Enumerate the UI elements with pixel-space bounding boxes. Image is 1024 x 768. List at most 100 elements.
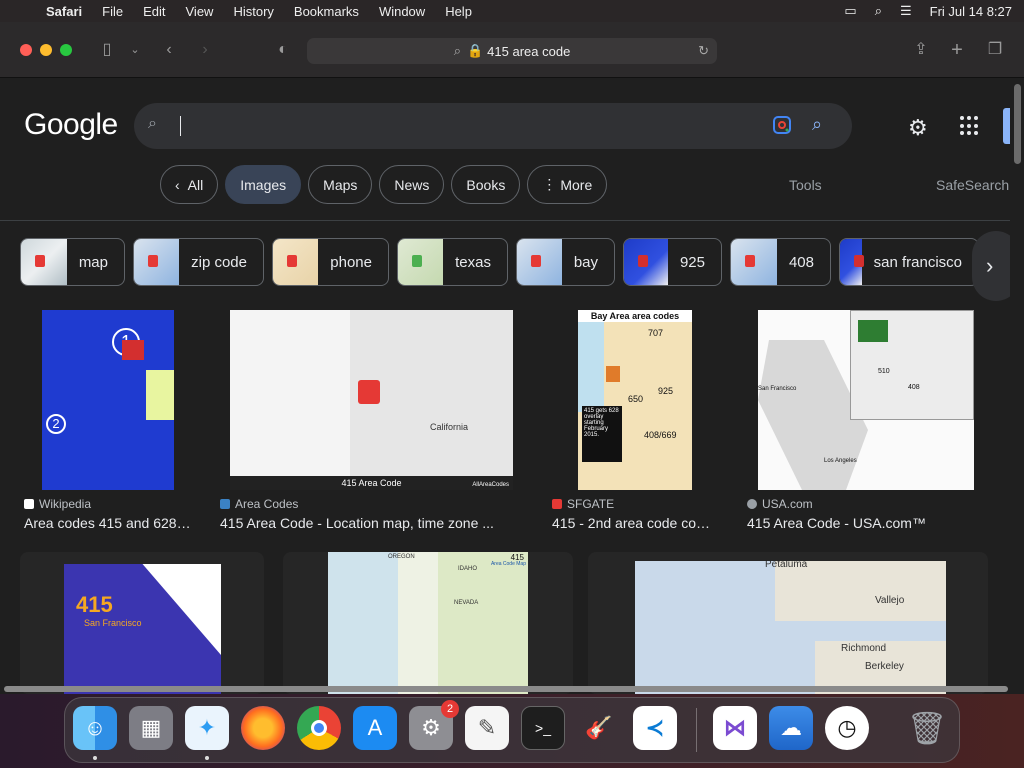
tab-images[interactable]: Images	[225, 165, 302, 204]
chip-texas[interactable]: texas	[397, 238, 508, 286]
minimize-window-button[interactable]	[40, 44, 52, 56]
tools-button[interactable]: Tools	[789, 177, 822, 193]
google-logo[interactable]: Google	[24, 108, 118, 142]
finder-icon[interactable]: ☺	[73, 706, 117, 750]
code-408-669: 408/669	[644, 430, 677, 440]
menu-view[interactable]: View	[186, 4, 214, 19]
clock-icon[interactable]: ◷	[825, 706, 869, 750]
place-nevada: NEVADA	[454, 600, 479, 606]
menu-window[interactable]: Window	[379, 4, 425, 19]
result-source[interactable]: Area Codes	[220, 497, 298, 511]
back-arrow-icon[interactable]: ‹	[160, 38, 178, 62]
image-result-5[interactable]: 415 San Francisco	[20, 552, 264, 694]
reload-icon[interactable]: ↻	[698, 43, 709, 59]
chip-phone[interactable]: phone	[272, 238, 389, 286]
result-image[interactable]: OREGON IDAHO NEVADA 415 Area Code Map	[328, 552, 528, 694]
window-controls	[20, 44, 72, 56]
result-image[interactable]: 1 2	[42, 310, 174, 490]
tab-all[interactable]: ‹ All	[160, 165, 219, 204]
garageband-icon[interactable]: 🎸	[577, 706, 621, 750]
chrome-icon[interactable]	[297, 706, 341, 750]
image-result-4[interactable]: 510 408 San Francisco Los Angeles USA.co…	[745, 310, 989, 534]
system-settings-icon[interactable]: ⚙ 2	[409, 700, 459, 750]
horizontal-scrollbar-thumb[interactable]	[4, 686, 1008, 692]
chip-408[interactable]: 408	[730, 238, 831, 286]
place-los-angeles: Los Angeles	[824, 458, 857, 464]
result-image[interactable]: Bay Area area codes 707 925 650 408/669 …	[578, 310, 692, 490]
chevron-down-icon[interactable]: ⌄	[128, 38, 142, 62]
visual-studio-icon[interactable]: ⋈	[713, 706, 757, 750]
sidebar-toggle-icon[interactable]: ▯	[96, 38, 118, 62]
menu-help[interactable]: Help	[445, 4, 472, 19]
map-brand: Area Code Map	[490, 561, 526, 567]
trash-icon[interactable]: 🗑	[905, 706, 949, 750]
search-input[interactable]	[182, 111, 762, 141]
result-source[interactable]: USA.com	[747, 497, 813, 511]
control-center-icon[interactable]: ☰	[900, 3, 912, 19]
sign-in-button[interactable]	[1003, 108, 1010, 144]
result-title[interactable]: 415 Area Code - Location map, time zone …	[220, 515, 494, 531]
menu-clock[interactable]: Fri Jul 14 8:27	[930, 4, 1012, 19]
firefox-icon[interactable]	[241, 706, 285, 750]
chip-thumbnail	[731, 239, 777, 285]
weather-icon[interactable]: ☁	[769, 706, 813, 750]
vertical-scrollbar-thumb[interactable]	[1014, 84, 1021, 164]
tab-more[interactable]: ⋮ More	[527, 165, 608, 204]
textedit-icon[interactable]: ✎	[465, 706, 509, 750]
image-result-3[interactable]: Bay Area area codes 707 925 650 408/669 …	[548, 310, 724, 534]
forward-arrow-icon[interactable]: ›	[196, 38, 214, 62]
area-code-label: 415	[76, 592, 113, 617]
result-image[interactable]: 510 408 San Francisco Los Angeles	[758, 310, 974, 490]
result-image[interactable]: Petaluma Vallejo Richmond Berkeley	[635, 561, 946, 694]
result-image[interactable]: California 415 Area Code AllAreaCodes	[230, 310, 513, 490]
google-apps-icon[interactable]	[960, 116, 980, 136]
result-image[interactable]: 415 San Francisco	[64, 564, 221, 694]
close-window-button[interactable]	[20, 44, 32, 56]
search-box[interactable]: ⌕ ⌕	[134, 103, 852, 149]
vscode-icon[interactable]: ≺	[633, 706, 677, 750]
menu-history[interactable]: History	[233, 4, 273, 19]
chip-map[interactable]: map	[20, 238, 125, 286]
screen-mirroring-icon[interactable]: ▭	[844, 3, 856, 19]
chip-label: 408	[788, 253, 814, 271]
image-result-7[interactable]: Petaluma Vallejo Richmond Berkeley	[588, 552, 988, 694]
chip-zip-code[interactable]: zip code	[133, 238, 264, 286]
horizontal-scrollbar[interactable]	[0, 684, 1010, 694]
terminal-icon[interactable]: >_	[521, 706, 565, 750]
image-result-2[interactable]: California 415 Area Code AllAreaCodes Ar…	[218, 310, 528, 534]
share-icon[interactable]: ⇪	[912, 38, 930, 62]
tab-overview-icon[interactable]: ❐	[986, 38, 1004, 62]
search-submit-icon[interactable]: ⌕	[812, 114, 822, 135]
privacy-shield-icon[interactable]: ◐	[274, 38, 292, 62]
settings-gear-icon[interactable]: ⚙	[908, 115, 928, 141]
address-bar[interactable]: ⌕ 🔒 415 area code ↻	[307, 38, 717, 64]
menu-app-name[interactable]: Safari	[46, 4, 82, 19]
new-tab-icon[interactable]: +	[948, 38, 966, 62]
image-result-1[interactable]: 1 2 Wikipedia Area codes 415 and 628…	[20, 310, 196, 534]
tab-news[interactable]: News	[379, 165, 445, 204]
vertical-scrollbar[interactable]	[1010, 78, 1024, 694]
menu-file[interactable]: File	[102, 4, 123, 19]
spotlight-search-icon[interactable]: ⌕	[875, 3, 882, 19]
chip-san-francisco[interactable]: san francisco	[839, 238, 979, 286]
result-source[interactable]: SFGATE	[552, 497, 614, 511]
menu-edit[interactable]: Edit	[143, 4, 165, 19]
menu-bookmarks[interactable]: Bookmarks	[294, 4, 359, 19]
tab-maps[interactable]: Maps	[308, 165, 373, 204]
address-text[interactable]: 415 area code	[487, 44, 570, 59]
tab-books[interactable]: Books	[451, 165, 521, 204]
chip-bay[interactable]: bay	[516, 238, 615, 286]
image-result-6[interactable]: OREGON IDAHO NEVADA 415 Area Code Map	[283, 552, 573, 694]
zoom-window-button[interactable]	[60, 44, 72, 56]
launchpad-icon[interactable]: ▦	[129, 706, 173, 750]
chip-925[interactable]: 925	[623, 238, 722, 286]
result-title[interactable]: Area codes 415 and 628…	[24, 515, 191, 531]
result-title[interactable]: 415 Area Code - USA.com™	[747, 515, 926, 531]
google-lens-icon[interactable]	[772, 115, 792, 135]
result-source[interactable]: Wikipedia	[24, 497, 91, 511]
app-store-icon[interactable]: A	[353, 706, 397, 750]
chips-next-arrow-icon[interactable]: ›	[972, 231, 1010, 301]
result-title[interactable]: 415 - 2nd area code co…	[552, 515, 710, 531]
safesearch-button[interactable]: SafeSearch	[936, 177, 1009, 193]
safari-icon[interactable]: ✦	[185, 706, 229, 750]
